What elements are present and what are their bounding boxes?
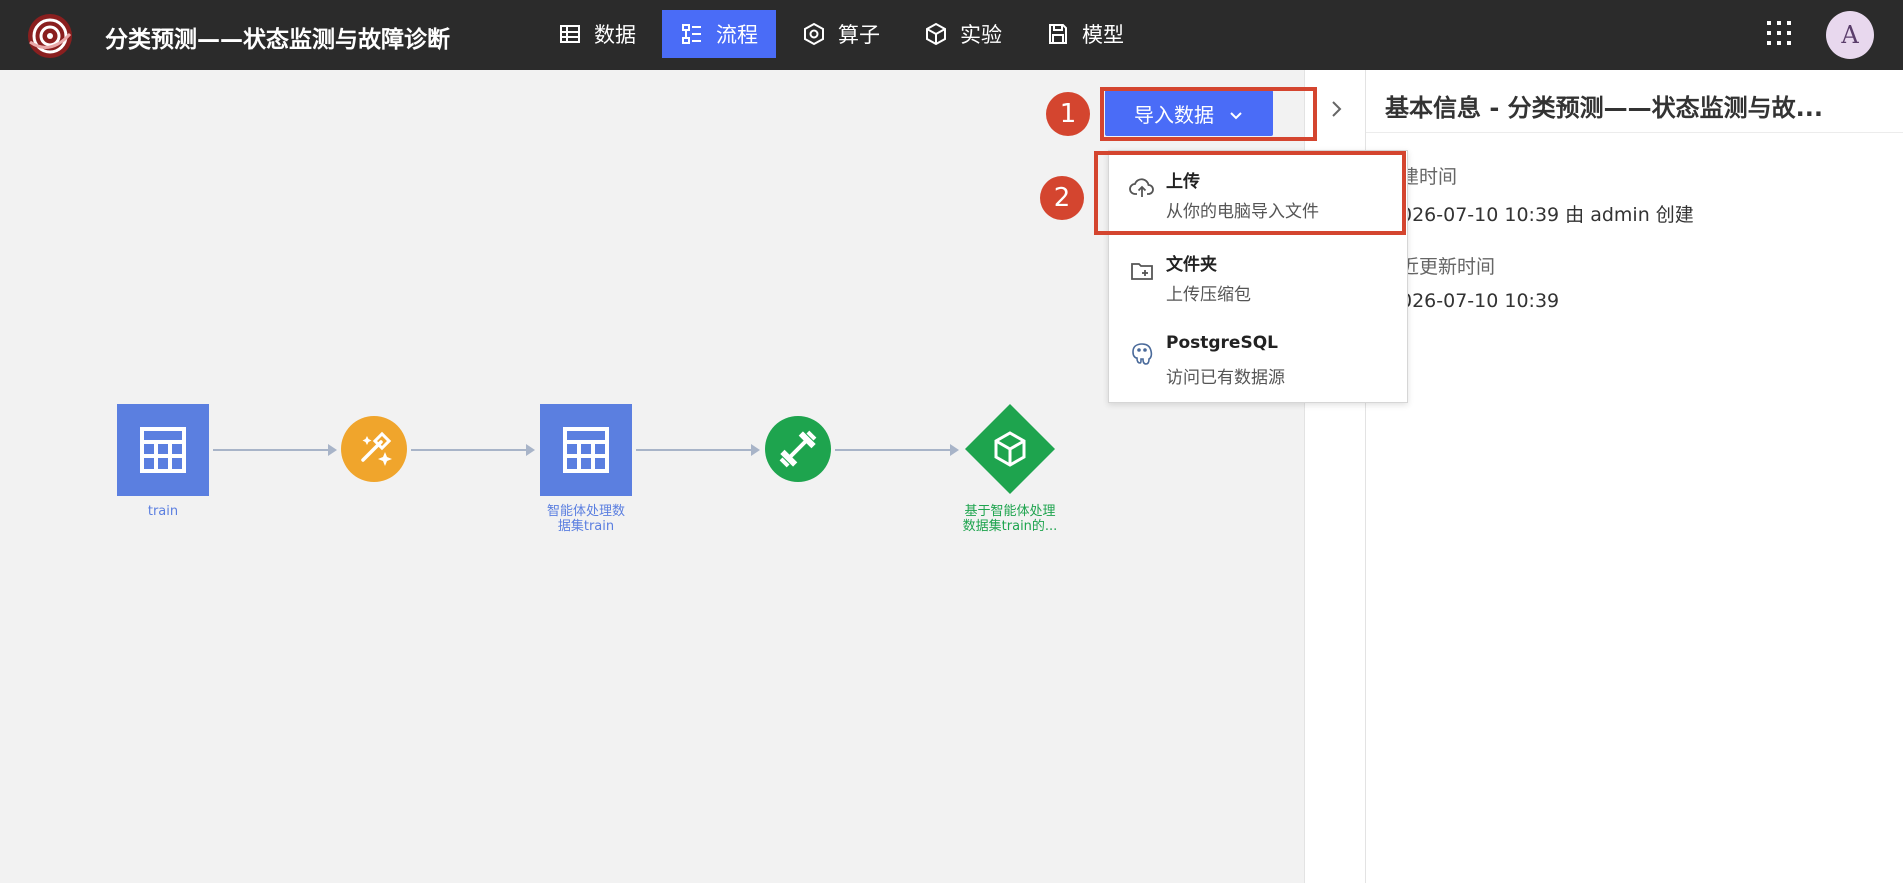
flow-node-dataset-processed[interactable] [540, 404, 632, 496]
app-logo-icon[interactable] [26, 12, 74, 60]
created-time-value: 026-07-10 10:39 由 admin 创建 [1400, 204, 1694, 226]
highlight-import-button [1100, 87, 1317, 141]
flow-node-train[interactable] [765, 416, 831, 482]
nav-operator[interactable]: 算子 [784, 10, 898, 58]
step-2-badge: 2 [1040, 176, 1084, 220]
flow-node-dataset-train[interactable] [117, 404, 209, 496]
user-avatar[interactable]: A [1826, 11, 1874, 59]
app-title: 分类预测——状态监测与故障诊断 [105, 27, 450, 53]
flow-node-label: train [147, 504, 179, 519]
flow-edge [636, 444, 760, 456]
flow-edge [213, 444, 337, 456]
flow-node-label: 基于智能体处理数据集train的... [962, 504, 1058, 534]
table-icon [563, 427, 609, 473]
table-icon [140, 427, 186, 473]
menu-item-title: PostgreSQL [1166, 333, 1278, 353]
menu-item-title: 文件夹 [1166, 255, 1217, 275]
folder-plus-icon [1129, 258, 1155, 284]
nav-flow[interactable]: 流程 [662, 10, 776, 58]
top-bar: 分类预测——状态监测与故障诊断 数据 流程 算子 实验 模型 A [0, 0, 1903, 70]
panel-title: 基本信息 - 分类预测——状态监测与故... [1385, 94, 1824, 122]
menu-item-subtitle: 上传压缩包 [1166, 285, 1251, 305]
updated-time-label: 近更新时间 [1400, 256, 1496, 278]
panel-divider [1366, 132, 1903, 133]
nav-label: 模型 [1082, 23, 1124, 47]
nav-label: 实验 [960, 23, 1002, 47]
nav-data[interactable]: 数据 [540, 10, 654, 58]
nav-model[interactable]: 模型 [1028, 10, 1142, 58]
apps-grid-icon[interactable] [1765, 19, 1793, 47]
flow-node-label: 智能体处理数据集train [546, 504, 625, 534]
updated-time-value: 026-07-10 10:39 [1400, 290, 1560, 312]
menu-item-folder[interactable]: 文件夹 上传压缩包 [1109, 234, 1409, 314]
flow-edge [411, 444, 535, 456]
dumbbell-icon [779, 430, 817, 468]
main-nav: 数据 流程 算子 实验 模型 [540, 10, 1150, 58]
highlight-upload-item [1094, 151, 1406, 235]
nav-experiment[interactable]: 实验 [906, 10, 1020, 58]
nav-label: 算子 [838, 23, 880, 47]
magic-wand-icon [361, 431, 392, 466]
flow-icon [680, 22, 704, 46]
step-1-badge: 1 [1046, 92, 1090, 136]
flow-edge [835, 444, 959, 456]
table-icon [558, 22, 582, 46]
nav-label: 数据 [594, 23, 636, 47]
flow-node-model[interactable] [965, 404, 1055, 494]
menu-item-postgresql[interactable]: PostgreSQL 访问已有数据源 [1109, 317, 1409, 397]
chevron-right-icon[interactable] [1325, 98, 1347, 120]
flow-node-agent-process[interactable] [341, 416, 407, 482]
nav-label: 流程 [716, 23, 758, 47]
cube-icon [924, 22, 948, 46]
operator-icon [802, 22, 826, 46]
postgresql-icon [1129, 341, 1155, 367]
save-icon [1046, 22, 1070, 46]
menu-item-subtitle: 访问已有数据源 [1166, 368, 1285, 388]
